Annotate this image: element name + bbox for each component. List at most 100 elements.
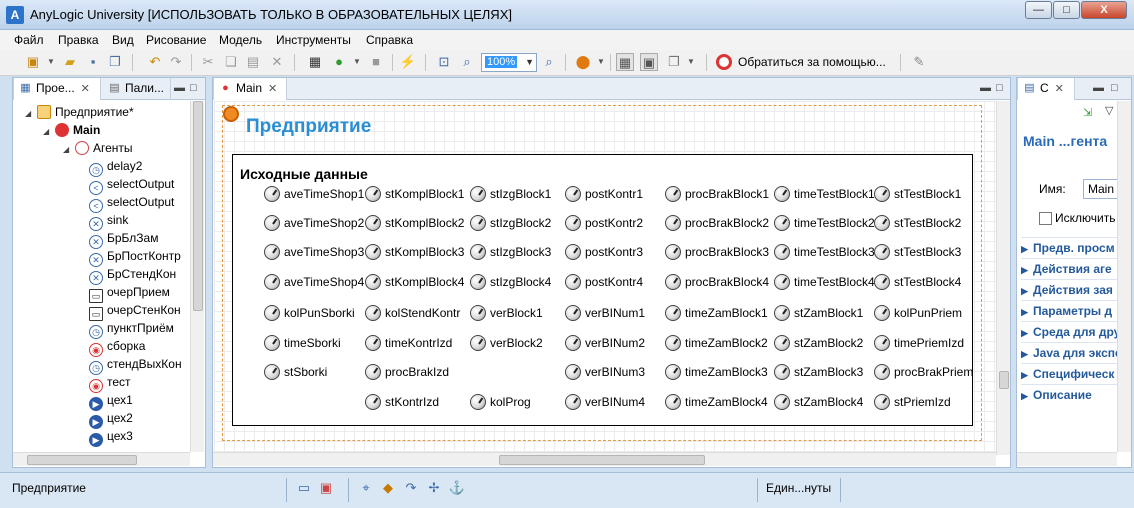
view-menu-icon[interactable]: ▽	[1105, 104, 1113, 117]
maximize-panel-icon[interactable]: □	[996, 82, 1003, 94]
canvas-title[interactable]: Предприятие	[246, 116, 371, 138]
get-help-button[interactable]: Обратиться за помощью...	[738, 55, 886, 69]
property-section[interactable]: ▶ Описание	[1021, 384, 1131, 404]
parameter-item[interactable]: aveTimeShop1	[264, 185, 364, 203]
property-section[interactable]: ▶ Специфическ	[1021, 363, 1131, 383]
stop-icon[interactable]: ■	[367, 53, 385, 71]
parameter-item[interactable]: procBrakBlock4	[665, 273, 769, 291]
tree-item[interactable]: ▶ цех2	[89, 409, 133, 429]
tree-item[interactable]: < selectOutput	[89, 175, 174, 195]
parameter-item[interactable]: stKomplBlock3	[365, 243, 464, 261]
expand-icon[interactable]: ◢	[63, 141, 73, 159]
parameter-item[interactable]: stKomplBlock1	[365, 185, 464, 203]
monitor-icon[interactable]: ▭	[295, 479, 313, 497]
parameter-item[interactable]: stIzgBlock3	[470, 243, 551, 261]
menu-model[interactable]: Модель	[219, 33, 262, 47]
layers-dropdown-icon[interactable]: ▼	[682, 53, 700, 71]
location-pin-icon[interactable]: ⬤	[574, 53, 592, 71]
parameter-item[interactable]: postKontr3	[565, 243, 643, 261]
parameter-item[interactable]: kolPunSborki	[264, 304, 355, 322]
parameter-item[interactable]: stIzgBlock2	[470, 214, 551, 232]
parameter-item[interactable]: stPriemIzd	[874, 393, 951, 411]
canvas-horizontal-scrollbar[interactable]	[213, 452, 996, 466]
tab-palette[interactable]: ▤ Пали...	[103, 78, 171, 100]
tab-main[interactable]: ● Main ✕	[213, 78, 287, 100]
scroll-thumb[interactable]	[27, 455, 137, 465]
redo-icon[interactable]: ↷	[167, 53, 185, 71]
tree-item[interactable]: ▭ очерПрием	[89, 283, 170, 303]
expand-icon[interactable]: ◢	[43, 123, 53, 141]
maximize-button[interactable]: □	[1053, 1, 1080, 19]
tree-item[interactable]: ▭ очерСтенКон	[89, 301, 181, 321]
tree-item[interactable]: ◷ delay2	[89, 157, 142, 177]
exclude-checkbox[interactable]	[1039, 212, 1052, 225]
parameter-item[interactable]: stTestBlock4	[874, 273, 961, 291]
open-folder-icon[interactable]: ▰	[61, 53, 79, 71]
canvas-vertical-scrollbar[interactable]	[996, 101, 1010, 455]
parameter-item[interactable]: kolPunPriem	[874, 304, 962, 322]
tree-item[interactable]: ◢ Агенты	[63, 139, 133, 157]
undo-icon[interactable]: ↶	[146, 53, 164, 71]
parameter-item[interactable]: verBlock2	[470, 334, 543, 352]
parameter-item[interactable]: stZamBlock1	[774, 304, 863, 322]
input-data-box[interactable]: Исходные данные aveTimeShop1 aveTimeShop2…	[232, 154, 973, 426]
parameter-item[interactable]: procBrakIzd	[365, 363, 449, 381]
cut-icon[interactable]: ✂	[199, 53, 217, 71]
parameter-item[interactable]: stKontrIzd	[365, 393, 439, 411]
parameter-item[interactable]: verBINum4	[565, 393, 645, 411]
properties-horizontal-scrollbar[interactable]	[1017, 452, 1117, 466]
minimize-panel-icon[interactable]: ▬	[174, 82, 185, 94]
close-icon[interactable]: ✕	[1055, 83, 1064, 95]
tree-item[interactable]: ◉ тест	[89, 373, 131, 393]
minimize-panel-icon[interactable]: ▬	[1093, 82, 1104, 94]
parameter-item[interactable]: timeTestBlock2	[774, 214, 875, 232]
scroll-thumb[interactable]	[499, 455, 705, 465]
parameter-item[interactable]: procBrakBlock1	[665, 185, 769, 203]
select-tool-icon[interactable]: ⌖	[357, 479, 375, 497]
parameter-item[interactable]: stTestBlock1	[874, 185, 961, 203]
agent-view-icon[interactable]: ▣	[317, 479, 335, 497]
zoom-fit-icon[interactable]: ⊡	[435, 53, 453, 71]
wand-icon[interactable]: ⚡	[399, 53, 417, 71]
tree-item[interactable]: ▶ цех3	[89, 427, 133, 447]
property-section[interactable]: ▶ Java для экспе	[1021, 342, 1131, 362]
parameter-item[interactable]: aveTimeShop2	[264, 214, 364, 232]
parameter-item[interactable]: timeTestBlock3	[774, 243, 875, 261]
scroll-thumb[interactable]	[999, 371, 1009, 389]
tree-item[interactable]: ✕ БрБлЗам	[89, 229, 158, 249]
tab-projects[interactable]: ▦ Прое... ✕	[13, 78, 101, 100]
pin-dropdown-icon[interactable]: ▼	[592, 53, 610, 71]
menu-tools[interactable]: Инструменты	[276, 33, 351, 47]
close-icon[interactable]: ✕	[81, 83, 90, 95]
tree-item[interactable]: ◢ Предприятие*	[25, 103, 134, 121]
parameter-item[interactable]: timeTestBlock4	[774, 273, 875, 291]
save-icon[interactable]: ▪	[84, 53, 102, 71]
parameter-item[interactable]: procBrakBlock3	[665, 243, 769, 261]
tree-item[interactable]: ▶ цех1	[89, 391, 133, 411]
parameter-item[interactable]: stKomplBlock4	[365, 273, 464, 291]
parameter-item[interactable]: verBINum2	[565, 334, 645, 352]
parameter-item[interactable]: stTestBlock3	[874, 243, 961, 261]
property-section[interactable]: ▶ Действия зая	[1021, 279, 1131, 299]
parameter-item[interactable]: verBlock1	[470, 304, 543, 322]
parameter-item[interactable]: stIzgBlock4	[470, 273, 551, 291]
parameter-item[interactable]: stIzgBlock1	[470, 185, 551, 203]
parameter-item[interactable]: timeZamBlock1	[665, 304, 768, 322]
parameter-item[interactable]: stTestBlock2	[874, 214, 961, 232]
tree-item[interactable]: ✕ БрПостКонтр	[89, 247, 181, 267]
parameter-item[interactable]: procBrakBlock2	[665, 214, 769, 232]
property-section[interactable]: ▶ Действия аге	[1021, 258, 1131, 278]
layers-icon[interactable]: ❐	[665, 53, 683, 71]
parameter-item[interactable]: kolProg	[470, 393, 531, 411]
menu-view[interactable]: Вид	[112, 33, 134, 47]
parameter-item[interactable]: verBINum1	[565, 304, 645, 322]
anchor-tool-icon[interactable]: ⚓	[448, 479, 466, 497]
run-dropdown-icon[interactable]: ▼	[348, 53, 366, 71]
parameter-item[interactable]: timePriemIzd	[874, 334, 964, 352]
parameter-item[interactable]: timeTestBlock1	[774, 185, 875, 203]
zoom-out-icon[interactable]: ⌕	[458, 53, 476, 71]
close-button[interactable]: X	[1081, 1, 1127, 19]
parameter-item[interactable]: stZamBlock2	[774, 334, 863, 352]
minimize-button[interactable]: —	[1025, 1, 1052, 19]
property-section[interactable]: ▶ Предв. просм	[1021, 237, 1131, 257]
